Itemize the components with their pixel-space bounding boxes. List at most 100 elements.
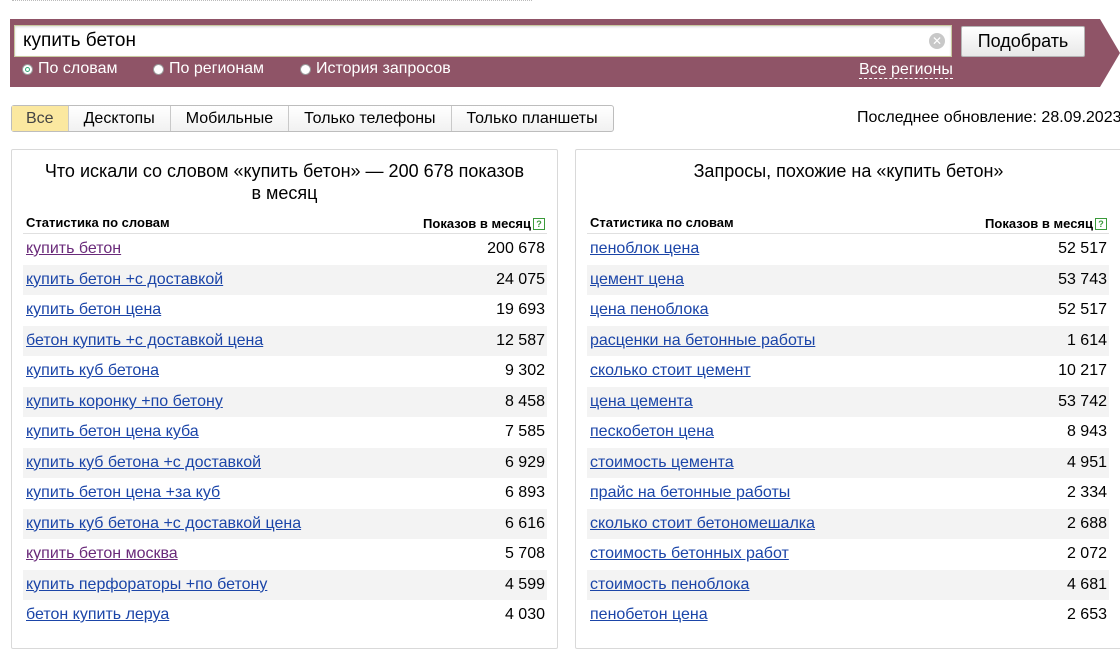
impressions-count: 5 708	[504, 545, 545, 562]
impressions-count: 53 742	[1058, 392, 1107, 410]
impressions-count: 6 616	[504, 514, 545, 532]
impressions-count: 12 587	[496, 331, 545, 349]
impressions-count: 53 743	[1058, 270, 1107, 288]
tab-tablets-only[interactable]: Только планшеты	[452, 106, 613, 131]
phrase-link[interactable]: купить бетон москва	[26, 545, 178, 563]
phrase-link[interactable]: купить бетон	[26, 240, 121, 258]
radio-dot[interactable]	[153, 63, 164, 75]
impressions-count: 7 585	[504, 423, 545, 440]
col-count-label: Показов в месяц	[985, 216, 1093, 231]
left-rows: купить бетон 200 678 купить бетон +с доста…	[23, 234, 547, 631]
radio-dot[interactable]	[22, 63, 33, 75]
phrase-link[interactable]: сколько стоит бетономешалка	[590, 515, 815, 533]
phrase-link[interactable]: цемент цена	[590, 271, 684, 289]
phrase-link[interactable]: пеноблок цена	[590, 240, 699, 258]
impressions-count: 6 929	[504, 453, 545, 471]
table-header: Статистика по словам Показов в месяц ?	[587, 214, 1109, 234]
impressions-count: 8 458	[504, 392, 545, 410]
table-row: купить куб бетона +с доставкой 6 929	[23, 447, 547, 478]
tab-all[interactable]: Все	[12, 106, 69, 131]
panel-title: Запросы, похожие на «купить бетон»	[693, 161, 1004, 181]
table-row: купить бетон цена 19 693	[23, 295, 547, 326]
impressions-count: 2 334	[1066, 484, 1107, 501]
table-row: бетон купить леруа 4 030	[23, 600, 547, 631]
impressions-count: 2 072	[1066, 545, 1107, 562]
impressions-count: 9 302	[504, 362, 545, 379]
phrase-link[interactable]: купить куб бетона +с доставкой	[26, 454, 261, 472]
table-row: купить коронку +по бетону 8 458	[23, 386, 547, 417]
radio-label: По регионам	[169, 60, 265, 77]
radio-query-history[interactable]: История запросов	[300, 60, 451, 78]
phrase-link[interactable]: купить куб бетона +с доставкой цена	[26, 515, 301, 533]
impressions-count: 4 599	[504, 575, 545, 593]
phrase-link[interactable]: купить бетон цена куба	[26, 423, 199, 441]
impressions-count: 52 517	[1058, 301, 1107, 318]
phrase-link[interactable]: стоимость цемента	[590, 454, 734, 472]
phrase-link[interactable]: прайс на бетонные работы	[590, 484, 790, 502]
phrase-link[interactable]: купить бетон +с доставкой	[26, 271, 223, 289]
table-row: стоимость цемента 4 951	[587, 447, 1109, 478]
impressions-count: 6 893	[504, 484, 545, 501]
phrase-link[interactable]: бетон купить +с доставкой цена	[26, 332, 263, 350]
radio-by-regions[interactable]: По регионам	[153, 60, 264, 78]
impressions-count: 10 217	[1058, 362, 1107, 379]
phrase-link[interactable]: купить коронку +по бетону	[26, 393, 223, 411]
impressions-count: 4 030	[504, 606, 545, 623]
search-field[interactable]: ✕	[14, 25, 952, 57]
tab-mobile[interactable]: Мобильные	[171, 106, 290, 131]
impressions-count: 24 075	[496, 270, 545, 288]
table-row: цена пеноблока 52 517	[587, 295, 1109, 326]
phrase-link[interactable]: купить куб бетона	[26, 362, 159, 380]
phrase-link[interactable]: пескобетон цена	[590, 423, 714, 441]
impressions-count: 19 693	[496, 301, 545, 318]
table-row: купить перфораторы +по бетону 4 599	[23, 569, 547, 600]
related-words-panel: Что искали со словом «купить бетон» — 20…	[11, 149, 558, 649]
col-phrase-header: Статистика по словам	[590, 215, 734, 230]
table-row: стоимость бетонных работ 2 072	[587, 539, 1109, 570]
table-row: расценки на бетонные работы 1 614	[587, 325, 1109, 356]
all-regions-link[interactable]: Все регионы	[859, 61, 953, 79]
phrase-link[interactable]: расценки на бетонные работы	[590, 332, 815, 350]
tab-desktops[interactable]: Десктопы	[69, 106, 171, 131]
phrase-link[interactable]: сколько стоит цемент	[590, 362, 751, 380]
col-count-label: Показов в месяц	[423, 216, 531, 231]
table-row: цена цемента 53 742	[587, 386, 1109, 417]
impressions-count: 2 653	[1066, 606, 1107, 623]
phrase-link[interactable]: цена пеноблока	[590, 301, 708, 319]
table-row: стоимость пеноблока 4 681	[587, 569, 1109, 600]
table-row: пеноблок цена 52 517	[587, 234, 1109, 265]
panel-title: Что искали со словом «купить бетон» — 20…	[44, 161, 525, 203]
phrase-link[interactable]: пенобетон цена	[590, 606, 708, 624]
phrase-link[interactable]: купить бетон цена +за куб	[26, 484, 220, 502]
radio-label: По словам	[38, 60, 118, 77]
help-icon[interactable]: ?	[533, 217, 545, 230]
submit-button[interactable]: Подобрать	[961, 26, 1085, 57]
radio-label: История запросов	[316, 60, 451, 77]
clear-icon[interactable]: ✕	[929, 33, 945, 49]
table-row: купить бетон +с доставкой 24 075	[23, 264, 547, 295]
table-row: купить бетон цена +за куб 6 893	[23, 478, 547, 509]
phrase-link[interactable]: цена цемента	[590, 393, 693, 411]
phrase-link[interactable]: стоимость бетонных работ	[590, 545, 789, 563]
right-rows: пеноблок цена 52 517 цемент цена 53 743 цена…	[587, 234, 1109, 631]
col-count-header: Показов в месяц ?	[985, 216, 1107, 231]
table-row: пескобетон цена 8 943	[587, 417, 1109, 448]
help-icon[interactable]: ?	[1095, 217, 1107, 230]
phrase-link[interactable]: стоимость пеноблока	[590, 576, 749, 594]
radio-dot[interactable]	[300, 63, 311, 75]
table-row: купить бетон москва 5 708	[23, 539, 547, 570]
col-phrase-header: Статистика по словам	[26, 215, 170, 230]
radio-by-words[interactable]: По словам	[22, 60, 117, 78]
phrase-link[interactable]: купить бетон цена	[26, 301, 161, 319]
table-row: купить бетон цена куба 7 585	[23, 417, 547, 448]
impressions-count: 4 951	[1066, 453, 1107, 471]
table-row: купить куб бетона +с доставкой цена 6 616	[23, 508, 547, 539]
phrase-link[interactable]: купить перфораторы +по бетону	[26, 576, 267, 594]
impressions-count: 2 688	[1066, 514, 1107, 532]
tab-phones-only[interactable]: Только телефоны	[289, 106, 452, 131]
impressions-count: 1 614	[1066, 331, 1107, 349]
search-input[interactable]	[23, 26, 923, 56]
table-header: Статистика по словам Показов в месяц ?	[23, 214, 547, 234]
table-row: прайс на бетонные работы 2 334	[587, 478, 1109, 509]
phrase-link[interactable]: бетон купить леруа	[26, 606, 169, 624]
